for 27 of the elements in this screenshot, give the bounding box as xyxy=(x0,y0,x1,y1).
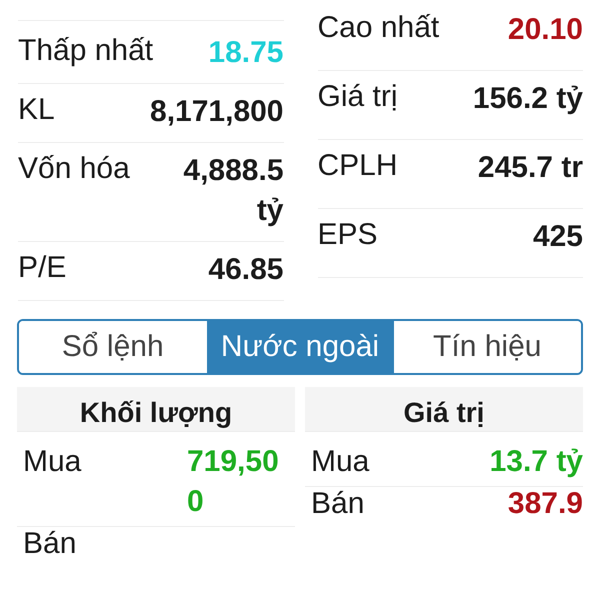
column-header: Khối lượng xyxy=(17,387,295,431)
tab[interactable]: Nước ngoài xyxy=(206,321,392,373)
stat-value: 245.7 tr xyxy=(478,150,583,186)
stat-value: 20.10 xyxy=(508,12,583,48)
stat-label: Vốn hóa xyxy=(18,151,130,187)
stat-value: 18.75 xyxy=(208,35,284,71)
row-label: Mua xyxy=(311,444,370,480)
stat-label: Thấp nhất xyxy=(18,33,154,69)
stat-value: 4,888.5 tỷ xyxy=(182,153,284,229)
tab[interactable]: Tín hiệu xyxy=(392,321,581,373)
stat-label: KL xyxy=(18,92,55,128)
row-label: Bán xyxy=(311,487,364,521)
stat-label: CPLH xyxy=(318,148,398,184)
stat-value: 425 xyxy=(532,219,583,255)
stat-value: 46.85 xyxy=(208,252,284,288)
row-value: 13.7 tỷ xyxy=(488,444,583,480)
row-label: Mua xyxy=(23,444,82,480)
row-label: Bán xyxy=(23,527,76,561)
stat-value: 156.2 tỷ xyxy=(472,81,583,117)
stat-label: Cao nhất xyxy=(318,10,440,46)
row-value: 719,500 xyxy=(187,444,280,520)
stat-label: EPS xyxy=(318,217,378,253)
column-header: Giá trị xyxy=(305,387,583,431)
row-value: 387.9 xyxy=(506,487,583,521)
stat-label: Giá trị xyxy=(318,79,398,115)
stat-value: 8,171,800 xyxy=(150,94,284,130)
stat-label: P/E xyxy=(18,250,66,286)
